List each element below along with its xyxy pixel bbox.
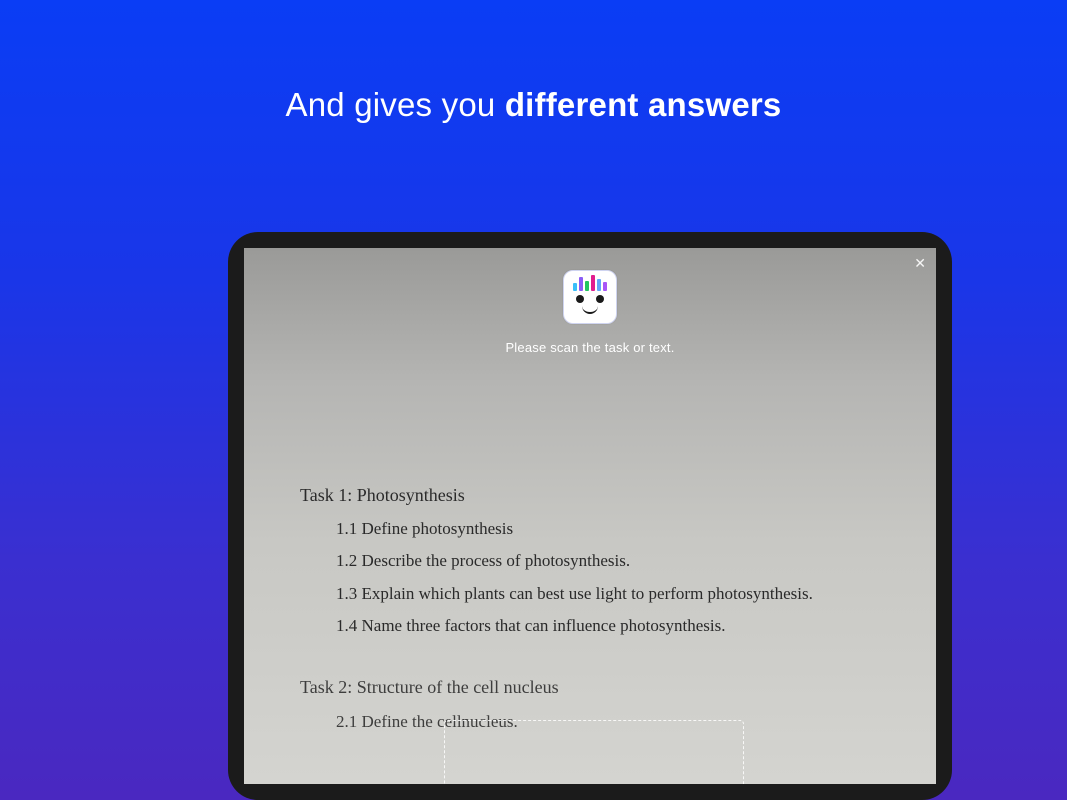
scanned-worksheet: Task 1: Photosynthesis 1.1 Define photos… <box>300 478 916 738</box>
task-1-item: 1.3 Explain which plants can best use li… <box>300 578 916 610</box>
headline-prefix: And gives you <box>286 86 505 123</box>
task-1-item: 1.2 Describe the process of photosynthes… <box>300 545 916 577</box>
tablet-frame: ✕ Please scan the task or text. Task 1: … <box>228 232 952 800</box>
scan-instruction: Please scan the task or text. <box>244 340 936 355</box>
close-icon[interactable]: ✕ <box>914 256 926 270</box>
headline: And gives you different answers <box>0 86 1067 124</box>
task-1-item: 1.4 Name three factors that can influenc… <box>300 610 916 642</box>
logo-face-icon <box>564 289 616 319</box>
scan-target-box[interactable] <box>444 720 744 784</box>
app-logo-icon <box>563 270 617 324</box>
task-2-title: Task 2: Structure of the cell nucleus <box>300 670 916 704</box>
logo-bars-icon <box>564 275 616 291</box>
headline-bold: different answers <box>505 86 782 123</box>
promo-background: And gives you different answers ✕ Please… <box>0 0 1067 800</box>
tablet-screen: ✕ Please scan the task or text. Task 1: … <box>244 248 936 784</box>
task-1-item: 1.1 Define photosynthesis <box>300 513 916 545</box>
task-1-title: Task 1: Photosynthesis <box>300 478 916 512</box>
task-1-block: Task 1: Photosynthesis 1.1 Define photos… <box>300 478 916 642</box>
